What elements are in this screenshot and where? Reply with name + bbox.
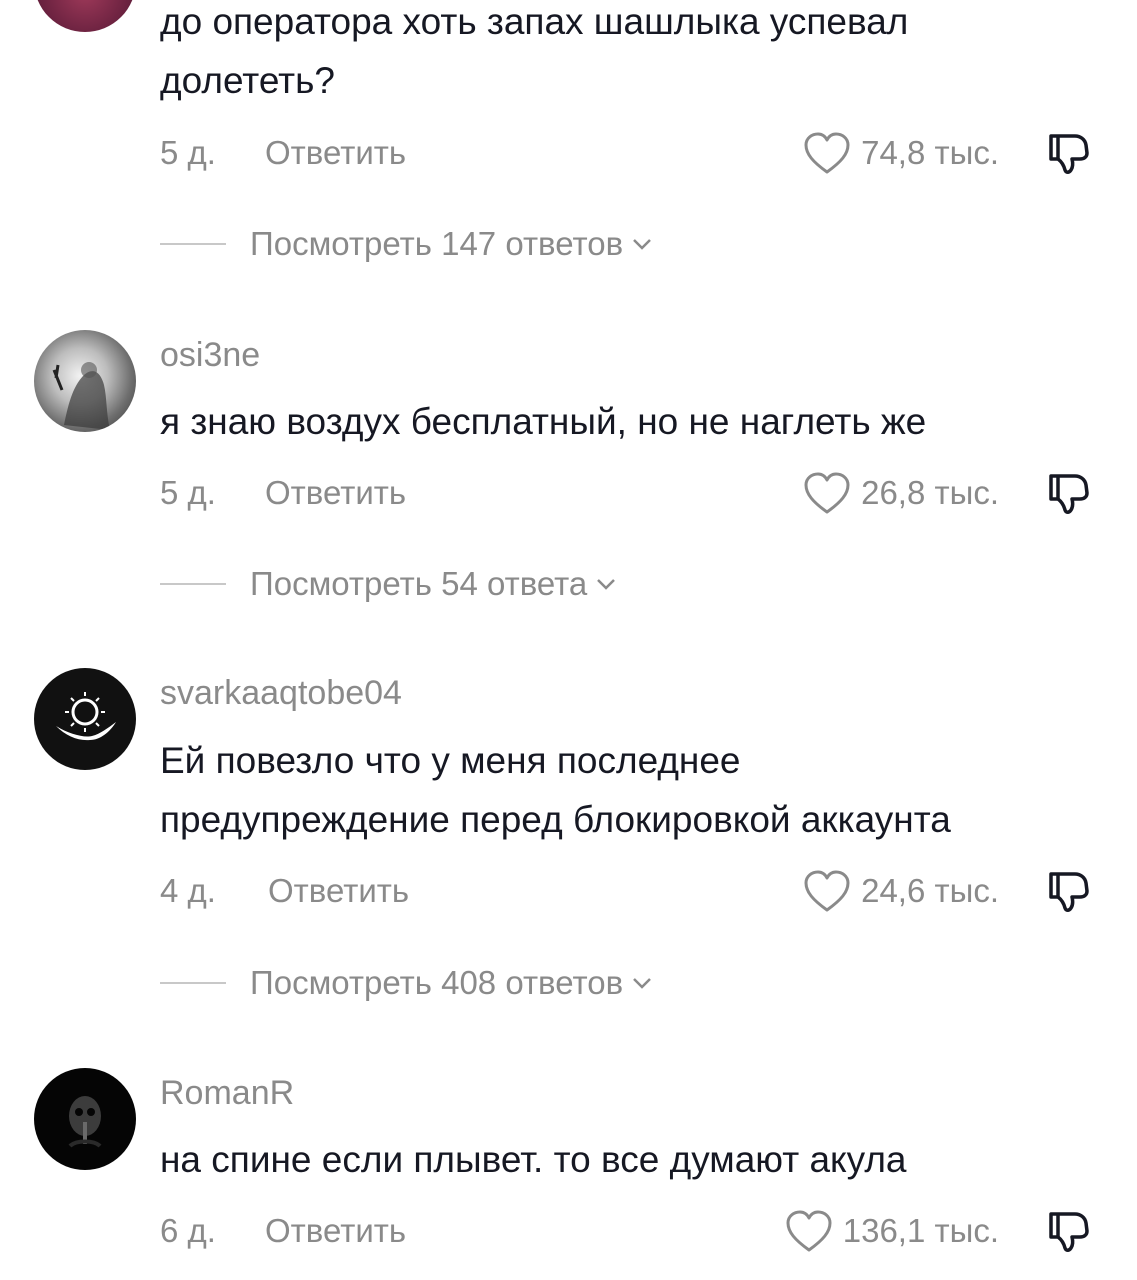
comment-age: 5 д. (160, 134, 216, 171)
comment-text: до оператора хоть запах шашлыка успевал (160, 1, 909, 42)
heart-outline-icon (786, 1210, 832, 1252)
heart-outline-icon (804, 132, 850, 174)
comment-age: 4 д. (160, 872, 216, 909)
comment-meta: 6 д. Ответить 136,1 тыс. (160, 1206, 1137, 1256)
comment-username[interactable]: osi3ne (160, 335, 260, 375)
replies-divider (160, 583, 226, 585)
comment-text: долететь? (160, 60, 335, 101)
like-count: 26,8 тыс. (861, 474, 999, 511)
reply-button[interactable]: Ответить (265, 468, 406, 518)
avatar[interactable] (34, 1068, 136, 1170)
like-count: 74,8 тыс. (861, 134, 999, 171)
avatar[interactable] (34, 330, 136, 432)
comment-text: я знаю воздух бесплатный, но не наглеть … (160, 401, 927, 442)
thumbs-down-icon[interactable] (1045, 866, 1093, 914)
reply-button[interactable]: Ответить (268, 866, 409, 916)
chevron-down-icon (633, 239, 651, 250)
like-button[interactable]: 24,6 тыс. (803, 866, 999, 916)
replies-divider (160, 982, 226, 984)
comment-text: Ей повезло что у меня последнее (160, 740, 741, 781)
comment-text: предупреждение перед блокировкой аккаунт… (160, 799, 951, 840)
view-replies-label: Посмотреть 147 ответов (250, 225, 624, 262)
like-button[interactable]: 74,8 тыс. (803, 128, 999, 178)
view-replies-button[interactable]: Посмотреть 147 ответов (160, 224, 655, 264)
thumbs-down-icon[interactable] (1045, 128, 1093, 176)
avatar[interactable] (34, 0, 136, 32)
view-replies-button[interactable]: Посмотреть 54 ответа (160, 564, 619, 604)
avatar-image (52, 362, 110, 430)
view-replies-label: Посмотреть 408 ответов (250, 964, 624, 1001)
heart-outline-icon (804, 870, 850, 912)
comment-meta: 5 д. Ответить 74,8 тыс. (160, 128, 1137, 178)
like-button[interactable]: 136,1 тыс. (785, 1206, 999, 1256)
chevron-down-icon (597, 579, 616, 590)
chevron-down-icon (633, 978, 651, 989)
comment-age: 6 д. (160, 1212, 216, 1249)
thumbs-down-icon[interactable] (1045, 468, 1093, 516)
avatar-image (68, 1096, 102, 1148)
avatar[interactable] (34, 668, 136, 770)
like-count: 136,1 тыс. (842, 1212, 999, 1249)
like-button[interactable]: 26,8 тыс. (803, 468, 999, 518)
thumbs-down-icon[interactable] (1045, 1206, 1093, 1254)
comment-meta: 5 д. Ответить 26,8 тыс. (160, 468, 1137, 518)
avatar-image (56, 692, 116, 741)
reply-button[interactable]: Ответить (265, 128, 406, 178)
heart-outline-icon (804, 472, 850, 514)
comment-meta: 4 д. Ответить 24,6 тыс. (160, 866, 1137, 916)
reply-button[interactable]: Ответить (265, 1206, 406, 1256)
comment-age: 5 д. (160, 474, 216, 511)
comment-text: на спине если плывет. то все думают акул… (160, 1139, 907, 1180)
view-replies-label: Посмотреть 54 ответа (250, 565, 588, 602)
comment-username[interactable]: RomanR (160, 1073, 294, 1113)
comment-username[interactable]: svarkaaqtobe04 (160, 673, 402, 713)
replies-divider (160, 243, 226, 245)
like-count: 24,6 тыс. (861, 872, 999, 909)
view-replies-button[interactable]: Посмотреть 408 ответов (160, 963, 655, 1003)
